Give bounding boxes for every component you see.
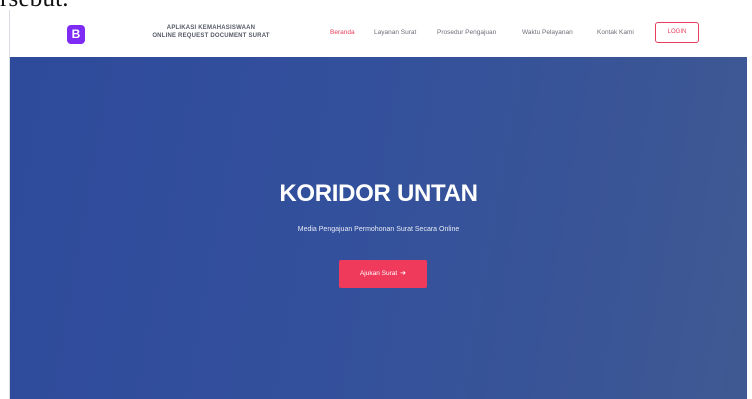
top-navbar: B APLIKASI KEMAHASISWAAN ONLINE REQUEST … — [10, 10, 747, 58]
nav-link-layanan-surat[interactable]: Layanan Surat — [374, 29, 416, 37]
nav-link-beranda[interactable]: Beranda — [330, 29, 355, 37]
ajukan-surat-button[interactable]: Ajukan Surat ➔ — [339, 260, 427, 288]
web-page: B APLIKASI KEMAHASISWAAN ONLINE REQUEST … — [9, 10, 747, 399]
login-button[interactable]: LOGIN — [655, 22, 699, 43]
screenshot-frame: rsebut. B APLIKASI KEMAHASISWAAN ONLINE … — [0, 0, 752, 399]
brand-line-2: ONLINE REQUEST DOCUMENT SURAT — [152, 33, 270, 39]
hero-title: KORIDOR UNTAN — [279, 180, 478, 207]
nav-link-prosedur-pengajuan[interactable]: Prosedur Pengajuan — [437, 29, 496, 37]
brand-name[interactable]: APLIKASI KEMAHASISWAAN ONLINE REQUEST DO… — [131, 24, 291, 40]
brand-line-1: APLIKASI KEMAHASISWAAN — [166, 25, 256, 31]
arrow-right-icon: ➔ — [400, 270, 407, 277]
hero-section: KORIDOR UNTAN Media Pengajuan Permohonan… — [10, 57, 747, 399]
document-caption-fragment: rsebut. — [0, 0, 69, 11]
nav-link-kontak-kami[interactable]: Kontak Kami — [597, 29, 634, 37]
brand-logo-icon[interactable]: B — [67, 25, 85, 44]
nav-link-waktu-pelayanan[interactable]: Waktu Pelayanan — [522, 29, 573, 37]
ajukan-surat-label: Ajukan Surat — [359, 270, 398, 277]
hero-subtitle: Media Pengajuan Permohonan Surat Secara … — [297, 226, 460, 233]
